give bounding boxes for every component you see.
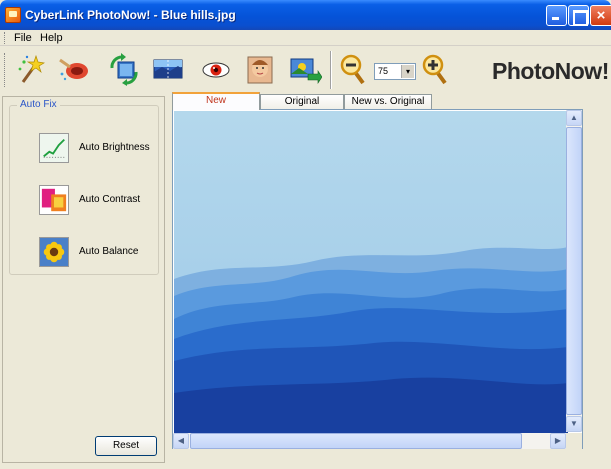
face-button[interactable]: [242, 52, 278, 86]
tab-new-vs-original[interactable]: New vs. Original: [344, 94, 432, 109]
scroll-left-button[interactable]: ◀: [173, 433, 189, 449]
auto-balance-button[interactable]: Auto Balance: [39, 237, 159, 269]
auto-contrast-label: Auto Contrast: [79, 194, 141, 205]
brightness-chart-icon: [39, 133, 69, 163]
toolbar-separator: [330, 51, 332, 89]
red-eye-brush-icon: [59, 58, 88, 81]
photo-export-button[interactable]: [286, 52, 323, 86]
zoom-out-icon: [340, 54, 365, 85]
rotate-button[interactable]: [106, 52, 142, 86]
scroll-right-button[interactable]: ▶: [550, 433, 566, 449]
tab-original[interactable]: Original: [260, 94, 344, 109]
menu-grip[interactable]: [4, 32, 6, 44]
vertical-scroll-thumb[interactable]: [566, 127, 582, 415]
horizontal-scroll-thumb[interactable]: [190, 433, 522, 449]
maximize-button[interactable]: [568, 5, 589, 26]
tab-new[interactable]: New: [172, 92, 260, 110]
zoom-select[interactable]: 75 ▾: [374, 63, 416, 80]
rotate-icon: [110, 53, 138, 86]
scroll-up-button[interactable]: ▲: [566, 110, 582, 126]
toolbar-grip[interactable]: [4, 53, 6, 87]
zoom-out-button[interactable]: [336, 52, 372, 86]
red-eye-brush-button[interactable]: [56, 52, 92, 86]
panorama-icon: [153, 59, 183, 79]
auto-brightness-button[interactable]: Auto Brightness: [39, 133, 159, 165]
auto-fix-label: Auto Fix: [17, 99, 60, 110]
image-viewport[interactable]: [172, 109, 583, 449]
red-eye-icon: [202, 62, 230, 78]
maximize-icon: [569, 6, 588, 26]
panorama-button[interactable]: [150, 52, 186, 86]
horizontal-scrollbar[interactable]: ◀ ▶: [173, 433, 566, 449]
minimize-icon: [547, 6, 566, 25]
toolbar: 75 ▾ PhotoNow!: [0, 47, 611, 93]
red-eye-button[interactable]: [198, 52, 234, 86]
scroll-corner: [566, 433, 582, 449]
minimize-button[interactable]: [546, 5, 567, 26]
auto-contrast-button[interactable]: Auto Contrast: [39, 185, 159, 217]
vertical-scrollbar[interactable]: ▲ ▼: [566, 110, 582, 432]
zoom-value: 75: [378, 66, 389, 76]
contrast-icon: [39, 185, 69, 215]
blue-hills-photo: [174, 111, 568, 433]
zoom-in-icon: [422, 54, 447, 85]
menu-bar: File Help: [0, 30, 611, 46]
auto-fix-panel: Auto Fix Auto Brightness Auto Contrast A…: [2, 96, 165, 463]
close-button[interactable]: ×: [590, 5, 611, 26]
brand-logo: PhotoNow!: [492, 58, 609, 84]
chevron-down-icon[interactable]: ▾: [401, 65, 414, 78]
photo-export-icon: [290, 58, 323, 84]
magic-wand-icon: [18, 54, 45, 83]
app-icon[interactable]: [5, 7, 21, 23]
menu-file[interactable]: File: [14, 32, 32, 44]
window-title: CyberLink PhotoNow! - Blue hills.jpg: [25, 8, 236, 22]
close-icon: ×: [596, 7, 606, 24]
scroll-down-button[interactable]: ▼: [566, 416, 582, 432]
reset-button[interactable]: Reset: [95, 436, 157, 456]
magic-wand-button[interactable]: [14, 52, 50, 86]
title-bar: CyberLink PhotoNow! - Blue hills.jpg ×: [0, 0, 611, 30]
zoom-in-button[interactable]: [418, 52, 454, 86]
auto-brightness-label: Auto Brightness: [79, 142, 150, 153]
auto-balance-label: Auto Balance: [79, 246, 139, 257]
sunflower-icon: [39, 237, 69, 267]
face-icon: [247, 56, 273, 84]
menu-help[interactable]: Help: [40, 32, 63, 44]
